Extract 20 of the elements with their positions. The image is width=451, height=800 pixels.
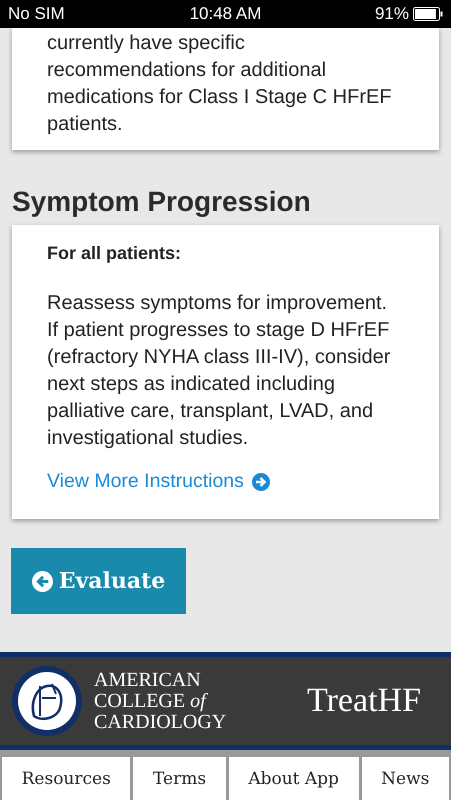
organization-name-line: CARDIOLOGY [94,712,226,732]
nav-tab[interactable]: Resources [2,757,130,800]
organization-name-line: COLLEGE of [94,690,209,712]
carrier-label: No SIM [8,4,65,24]
clock-time: 10:48 AM [190,4,262,24]
battery-icon [413,7,443,21]
arrow-circle-icon [32,570,53,592]
battery-percent: 91% [374,4,409,24]
nav-tab[interactable]: About App [228,757,359,800]
nav-tab[interactable]: News [362,757,449,800]
card-text: Reassess symptoms for improvement. If patient progresses to stage D HFrEF (refractory NYHA class III-IV), consider next steps as indicated including palliative care, transplant, LVAD, and investigational studies. [47,291,392,451]
arrow-circle-icon [252,472,270,490]
organization-name-line: AMERICAN [94,670,202,690]
section-heading: Symptom Progression [12,186,311,218]
view-more-link[interactable]: View More Instructions [47,470,270,493]
card-text: currently have specific recommendations for additional medications for Class I Stage C HFrEF patients. [47,31,393,137]
card-subheading: For all patients: [47,243,182,264]
app-name: TreatHF [307,682,421,720]
evaluate-button[interactable]: Evaluate [11,548,186,614]
nav-tab[interactable]: Terms [133,757,226,800]
